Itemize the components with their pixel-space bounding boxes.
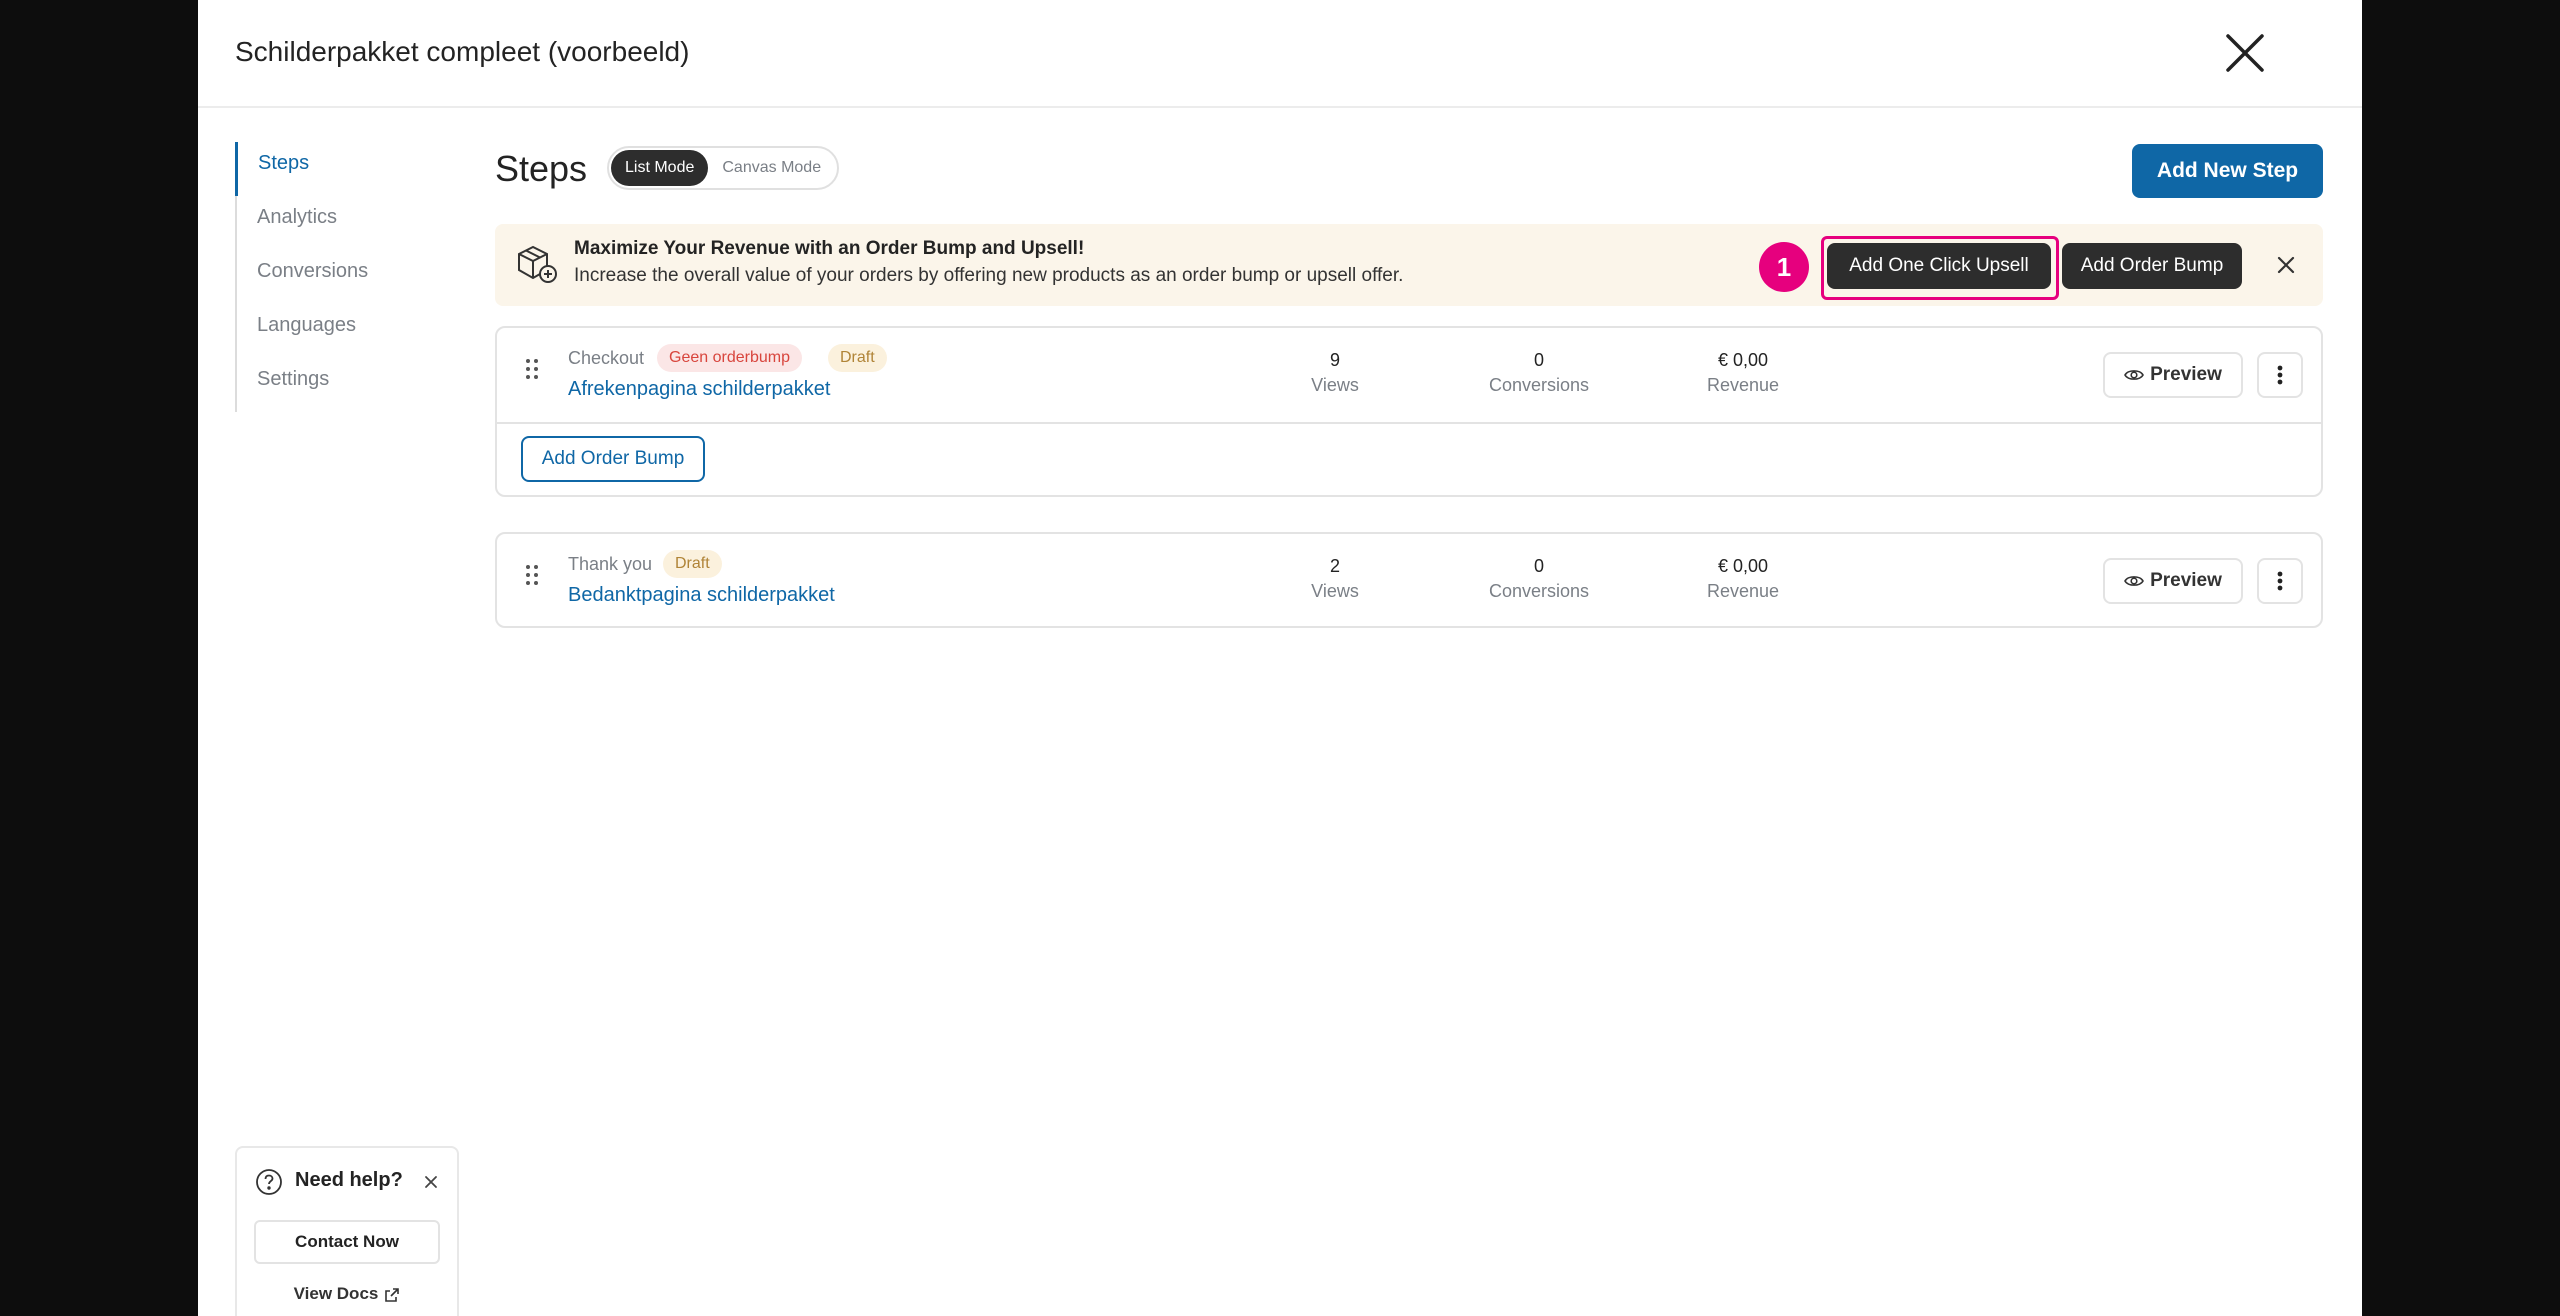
drag-handle-icon[interactable] [525,358,539,380]
views-stat: 9 Views [1265,350,1405,396]
sidebar-item-conversions[interactable]: Conversions [235,250,455,304]
external-link-icon [385,1287,400,1302]
upsell-banner: Maximize Your Revenue with an Order Bump… [495,224,2323,306]
kebab-icon [2277,365,2283,385]
preview-button[interactable]: Preview [2103,558,2243,604]
preview-button[interactable]: Preview [2103,352,2243,398]
banner-description: Increase the overall value of your order… [574,265,1404,286]
conversions-label: Conversions [1488,581,1590,601]
view-docs-link[interactable]: View Docs [237,1284,457,1304]
kebab-icon [2277,571,2283,591]
modal-header: Schilderpakket compleet (voorbeeld) [198,0,2362,108]
status-badge: Geen orderbump [657,344,802,372]
eye-icon [2124,370,2144,380]
step-card-thank-you: Thank you Draft Bedanktpagina schilderpa… [495,532,2323,628]
more-options-button[interactable] [2257,352,2303,398]
more-options-button[interactable] [2257,558,2303,604]
add-new-step-button[interactable]: Add New Step [2132,144,2323,198]
step-type-label: Thank you [568,554,653,574]
contact-now-button[interactable]: Contact Now [254,1220,440,1264]
step-name-link[interactable]: Afrekenpagina schilderpakket [568,378,830,401]
help-widget: Need help? Contact Now View Docs [235,1146,459,1316]
sidebar-item-analytics[interactable]: Analytics [235,196,455,250]
draft-badge: Draft [663,550,722,578]
banner-title: Maximize Your Revenue with an Order Bump… [574,238,1085,259]
preview-label: Preview [2150,570,2222,591]
revenue-stat: € 0,00 Revenue [1673,350,1813,396]
sidebar-item-steps[interactable]: Steps [235,142,455,196]
add-one-click-upsell-button[interactable]: Add One Click Upsell [1827,243,2051,289]
page-title: Schilderpakket compleet (voorbeeld) [235,36,690,67]
banner-add-order-bump-button[interactable]: Add Order Bump [2062,243,2242,289]
tab-canvas-mode[interactable]: Canvas Mode [708,150,835,186]
revenue-value: € 0,00 [1717,350,1769,370]
package-add-icon [515,242,559,286]
funnel-modal: Schilderpakket compleet (voorbeeld) Step… [198,0,2362,1316]
add-order-bump-button[interactable]: Add Order Bump [521,436,705,482]
views-label: Views [1311,375,1359,395]
step-row: Checkout Geen orderbump Draft Afrekenpag… [497,328,2321,422]
help-title: Need help? [295,1169,403,1191]
close-icon[interactable] [2276,255,2296,275]
close-icon[interactable] [423,1174,439,1190]
steps-heading: Steps [495,148,588,189]
conversions-value: 0 [1533,556,1544,576]
view-docs-label: View Docs [293,1284,379,1303]
divider [497,422,2321,424]
views-value: 9 [1329,350,1340,370]
revenue-value: € 0,00 [1717,556,1769,576]
step-number-badge: 1 [1759,242,1809,292]
revenue-label: Revenue [1706,375,1780,395]
close-icon[interactable] [2224,32,2266,74]
mode-toggle: List Mode Canvas Mode [607,146,840,190]
views-value: 2 [1329,556,1340,576]
sidebar-item-settings[interactable]: Settings [235,358,455,412]
tab-list-mode[interactable]: List Mode [611,150,709,186]
step-type-label: Checkout [568,348,645,368]
conversions-stat: 0 Conversions [1469,350,1609,396]
revenue-label: Revenue [1706,581,1780,601]
step-card-checkout: Checkout Geen orderbump Draft Afrekenpag… [495,326,2323,497]
revenue-stat: € 0,00 Revenue [1673,556,1813,602]
conversions-stat: 0 Conversions [1469,556,1609,602]
views-stat: 2 Views [1265,556,1405,602]
question-icon [255,1168,283,1196]
step-name-link[interactable]: Bedanktpagina schilderpakket [568,584,835,607]
sidebar-nav: Steps Analytics Conversions Languages Se… [235,142,455,412]
drag-handle-icon[interactable] [525,564,539,586]
conversions-value: 0 [1533,350,1544,370]
sidebar-item-languages[interactable]: Languages [235,304,455,358]
step-row: Thank you Draft Bedanktpagina schilderpa… [497,534,2321,628]
eye-icon [2124,576,2144,586]
draft-badge: Draft [828,344,887,372]
preview-label: Preview [2150,364,2222,385]
conversions-label: Conversions [1488,375,1590,395]
views-label: Views [1311,581,1359,601]
